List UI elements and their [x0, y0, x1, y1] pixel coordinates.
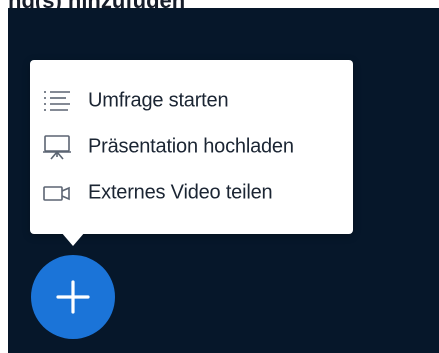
header-strip: ng(s) hinzufügen: [0, 0, 439, 8]
header-title-fragment: ng(s) hinzufügen: [8, 0, 185, 8]
menu-item-share-external-video[interactable]: Externes Video teilen: [30, 172, 353, 214]
menu-item-label: Externes Video teilen: [88, 181, 273, 204]
menu-pointer-arrow: [61, 232, 85, 246]
list-icon: [42, 88, 72, 114]
menu-item-label: Umfrage starten: [88, 89, 229, 112]
menu-item-upload-presentation[interactable]: Präsentation hochladen: [30, 126, 353, 168]
actions-fab-button[interactable]: [31, 255, 115, 339]
video-icon: [42, 180, 72, 206]
presentation-icon: [42, 134, 72, 160]
plus-icon: [54, 278, 92, 316]
app-stage: ng(s) hinzufügen Um: [0, 0, 439, 353]
menu-item-label: Präsentation hochladen: [88, 135, 294, 158]
actions-menu: Umfrage starten Präsentation hochladen E…: [30, 60, 353, 234]
menu-item-start-poll[interactable]: Umfrage starten: [30, 80, 353, 122]
